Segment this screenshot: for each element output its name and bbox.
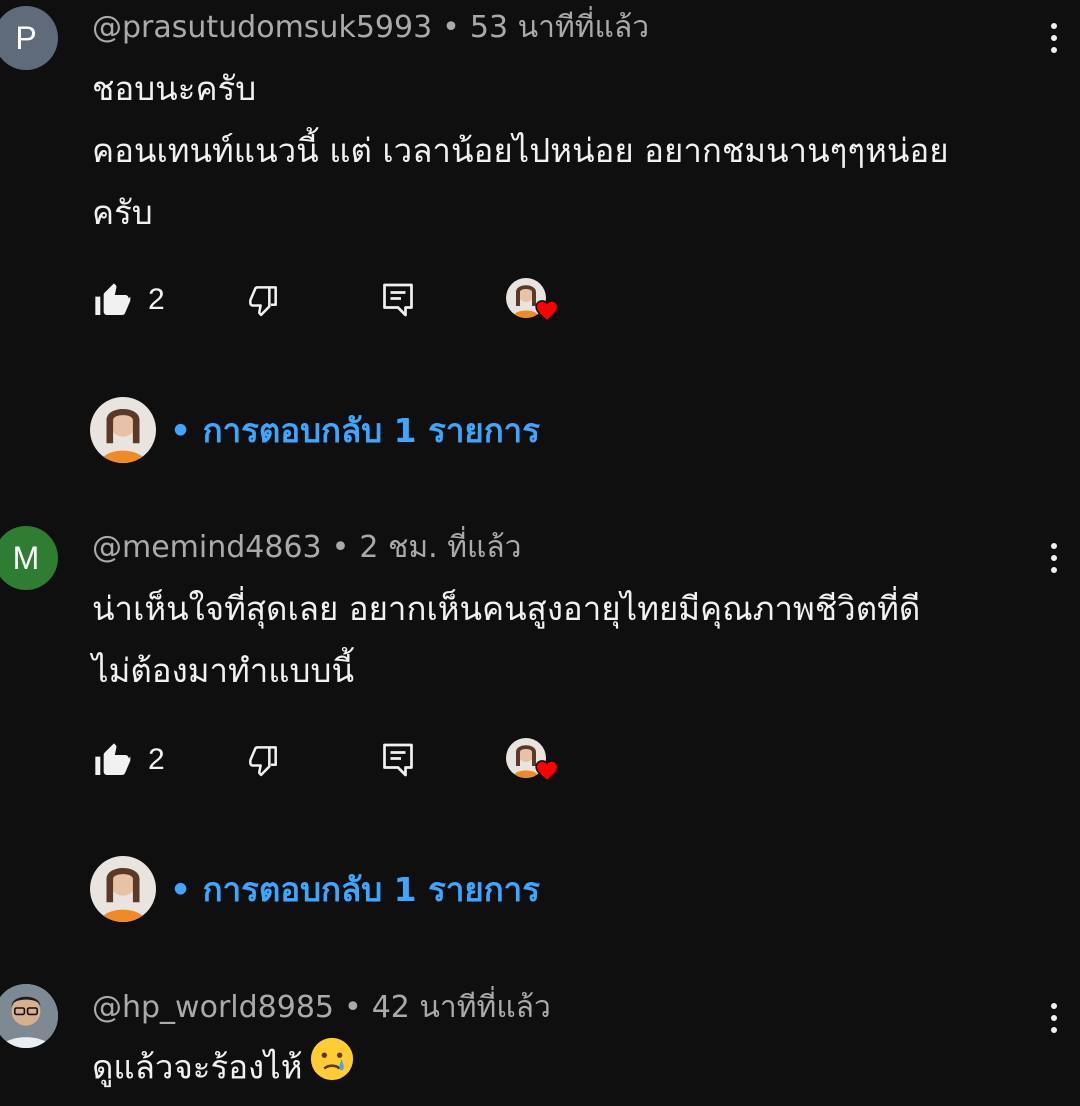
crying-face-emoji bbox=[309, 1036, 355, 1102]
comment-text: ดูแล้วจะร้องไห้ bbox=[92, 1036, 1052, 1102]
dislike-button[interactable] bbox=[244, 276, 282, 324]
more-vert-icon bbox=[1051, 543, 1057, 549]
reply-button[interactable] bbox=[380, 276, 416, 324]
creator-heart-icon bbox=[535, 760, 559, 782]
creator-heart bbox=[506, 736, 566, 784]
comment-line: ครับ bbox=[92, 193, 153, 232]
like-button[interactable]: 2 bbox=[92, 736, 165, 784]
more-vert-icon bbox=[1051, 23, 1057, 29]
thumbs-down-icon bbox=[249, 746, 277, 777]
comment-header: @prasutudomsuk5993 • 53 นาทีที่แล้ว bbox=[92, 8, 649, 48]
comment-line: ไม่ต้องมาทำแบบนี้ bbox=[92, 651, 355, 690]
thumbs-up-icon bbox=[95, 743, 131, 775]
separator-dot: • bbox=[331, 530, 350, 565]
more-options-button[interactable] bbox=[1042, 538, 1066, 578]
comment-text: น่าเห็นใจที่สุดเลย อยากเห็นคนสูงอายุไทยม… bbox=[92, 578, 1052, 702]
comment-time[interactable]: 53 นาทีที่แล้ว bbox=[470, 10, 649, 45]
avatar[interactable] bbox=[0, 984, 58, 1048]
comment-actions: 2 bbox=[92, 276, 692, 324]
comment-line: คอนเทนท์แนวนี้ แต่ เวลาน้อยไปหน่อย อยากช… bbox=[92, 131, 949, 170]
more-options-button[interactable] bbox=[1042, 18, 1066, 58]
avatar[interactable]: P bbox=[0, 6, 58, 70]
comment-line: น่าเห็นใจที่สุดเลย อยากเห็นคนสูงอายุไทยม… bbox=[92, 589, 921, 628]
reply-icon bbox=[383, 283, 413, 317]
separator-dot: • bbox=[442, 10, 460, 45]
comment-line: ชอบนะครับ bbox=[92, 69, 257, 108]
author-handle[interactable]: @hp_world8985 bbox=[92, 990, 334, 1025]
thumbs-up-icon bbox=[95, 283, 131, 315]
creator-avatar bbox=[90, 856, 156, 922]
more-options-button[interactable] bbox=[1042, 998, 1066, 1038]
replies-label: • การตอบกลับ 1 รายการ bbox=[170, 410, 540, 450]
creator-avatar bbox=[90, 397, 156, 463]
dislike-button[interactable] bbox=[244, 736, 282, 784]
author-handle[interactable]: @prasutudomsuk5993 bbox=[92, 10, 432, 45]
comment-time[interactable]: 42 นาทีที่แล้ว bbox=[372, 990, 551, 1025]
more-vert-icon bbox=[1051, 1003, 1057, 1009]
creator-heart-icon bbox=[535, 300, 559, 322]
avatar[interactable]: M bbox=[0, 526, 58, 590]
comment-time[interactable]: 2 ชม. ที่แล้ว bbox=[359, 530, 521, 565]
thumbs-down-icon bbox=[249, 286, 277, 317]
comment-text: ชอบนะครับ คอนเทนท์แนวนี้ แต่ เวลาน้อยไปห… bbox=[92, 58, 1052, 244]
view-replies-button[interactable]: • การตอบกลับ 1 รายการ bbox=[90, 396, 540, 464]
comment-line: ดูแล้วจะร้องไห้ bbox=[92, 1036, 1052, 1102]
comments-page: P @prasutudomsuk5993 • 53 นาทีที่แล้ว ชอบน… bbox=[0, 0, 1080, 1106]
user-photo bbox=[0, 984, 58, 1048]
replies-label: • การตอบกลับ 1 รายการ bbox=[170, 869, 540, 909]
view-replies-button[interactable]: • การตอบกลับ 1 รายการ bbox=[90, 855, 540, 923]
reply-button[interactable] bbox=[380, 736, 416, 784]
reply-icon bbox=[383, 743, 413, 777]
like-button[interactable]: 2 bbox=[92, 276, 165, 324]
comment-actions: 2 bbox=[92, 736, 692, 784]
separator-dot: • bbox=[344, 990, 362, 1025]
like-count: 2 bbox=[148, 743, 165, 776]
author-handle[interactable]: @memind4863 bbox=[92, 530, 322, 565]
like-count: 2 bbox=[148, 283, 165, 316]
creator-heart bbox=[506, 276, 566, 324]
comment-header: @memind4863 • 2 ชม. ที่แล้ว bbox=[92, 528, 522, 568]
comment-header: @hp_world8985 • 42 นาทีที่แล้ว bbox=[92, 988, 551, 1028]
